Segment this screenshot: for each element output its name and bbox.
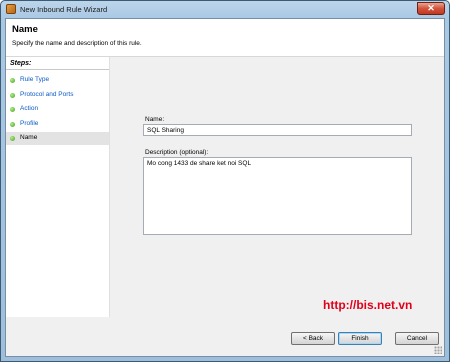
page-subtitle: Specify the name and description of this… [12,40,142,47]
step-label: Rule Type [20,76,50,83]
wizard-window: New Inbound Rule Wizard ✕ Name Specify t… [0,0,450,362]
steps-panel: Steps: Rule Type Protocol and Ports Acti… [6,57,110,317]
cancel-button[interactable]: Cancel [395,332,439,345]
step-protocol-and-ports[interactable]: Protocol and Ports [6,89,109,102]
back-button[interactable]: < Back [291,332,335,345]
close-button[interactable]: ✕ [417,2,445,15]
wizard-header: Name Specify the name and description of… [6,19,444,57]
step-profile[interactable]: Profile [6,118,109,131]
step-current-icon [10,136,15,141]
window-title: New Inbound Rule Wizard [20,5,108,14]
wizard-client-area: Name Specify the name and description of… [5,18,445,357]
step-complete-icon [10,107,15,112]
steps-divider [6,69,109,70]
steps-title: Steps: [10,60,32,67]
step-label: Protocol and Ports [20,91,74,98]
step-label: Name [20,134,38,141]
name-label: Name: [145,116,165,123]
step-complete-icon [10,78,15,83]
step-label: Action [20,105,39,112]
step-name[interactable]: Name [6,132,109,145]
title-bar[interactable]: New Inbound Rule Wizard ✕ [1,1,449,18]
step-action[interactable]: Action [6,103,109,116]
firewall-app-icon [6,4,16,14]
name-input[interactable] [143,124,412,136]
finish-button[interactable]: Finish [338,332,382,345]
resize-grip[interactable] [434,346,442,354]
step-rule-type[interactable]: Rule Type [6,74,109,87]
watermark-text: http://bis.net.vn [323,298,413,312]
page-title: Name [12,24,38,35]
step-complete-icon [10,93,15,98]
description-textarea[interactable]: Mo cong 1433 de share ket noi SQL [143,157,412,235]
description-label: Description (optional): [145,149,209,156]
step-label: Profile [20,120,39,127]
step-complete-icon [10,122,15,127]
